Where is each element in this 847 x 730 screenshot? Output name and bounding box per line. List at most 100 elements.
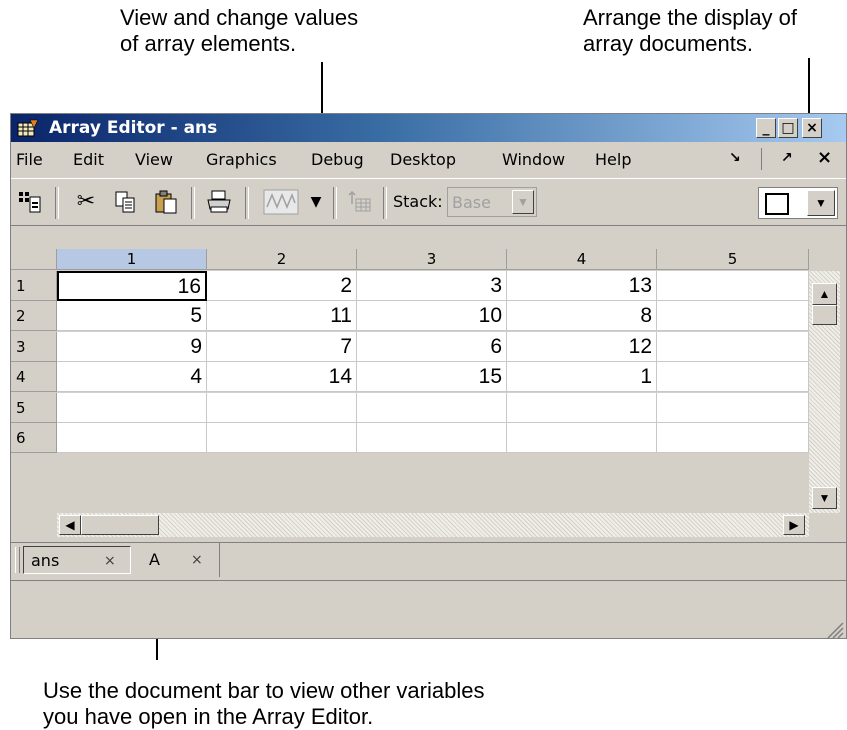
grid-cell[interactable] (57, 393, 207, 423)
toolbar: ✂ ▼ Stack: Base ▼ ▼ (11, 178, 846, 226)
grid-cell[interactable] (207, 423, 357, 453)
close-editor-icon[interactable]: × (817, 147, 832, 168)
scroll-hthumb[interactable] (81, 515, 159, 535)
stack-dropdown-icon[interactable]: ▼ (512, 190, 534, 214)
stack-label: Stack: (393, 192, 443, 211)
grid-cell[interactable]: 9 (57, 332, 207, 362)
grid-cell[interactable]: 11 (207, 301, 357, 331)
column-header[interactable]: 1 (57, 249, 207, 270)
menu-edit[interactable]: Edit (73, 150, 104, 169)
grid-cell[interactable] (657, 271, 809, 301)
docbar-grip (15, 547, 20, 573)
document-layout-select[interactable]: ▼ (758, 187, 838, 219)
grid-cell[interactable] (207, 393, 357, 423)
grid-cell[interactable] (657, 393, 809, 423)
menu-view[interactable]: View (135, 150, 173, 169)
plot-selector-icon[interactable] (263, 189, 299, 215)
toolbar-separator (191, 187, 195, 219)
doc-tab-label: ans (31, 551, 60, 570)
menu-help[interactable]: Help (595, 150, 631, 169)
toolbar-separator (55, 187, 59, 219)
menu-debug[interactable]: Debug (311, 150, 364, 169)
scroll-up-icon[interactable]: ▲ (812, 283, 837, 305)
doc-tab-label: A (149, 550, 160, 569)
maximize-button[interactable]: □ (778, 118, 798, 138)
doc-tab-ans[interactable]: ans × (23, 546, 131, 574)
menu-desktop[interactable]: Desktop (390, 150, 456, 169)
grid-cell[interactable]: 2 (207, 271, 357, 301)
annotation-top-left: View and change values of array elements… (120, 5, 358, 57)
grid-cell[interactable] (357, 423, 507, 453)
row-header[interactable]: 5 (11, 393, 57, 423)
grid-cell[interactable]: 12 (507, 332, 657, 362)
import-data-icon[interactable] (17, 189, 43, 215)
doc-tab-A[interactable]: A × (131, 546, 219, 574)
row-header[interactable]: 6 (11, 423, 57, 453)
column-header[interactable]: 3 (357, 249, 507, 270)
grid-cell[interactable] (507, 393, 657, 423)
grid-cell-selected[interactable]: 16 (57, 271, 207, 301)
scroll-left-icon[interactable]: ◀ (59, 515, 81, 535)
close-tab-icon[interactable]: × (104, 547, 116, 575)
close-tab-icon[interactable]: × (191, 546, 203, 574)
grid-cell[interactable] (657, 332, 809, 362)
menu-graphics[interactable]: Graphics (206, 150, 277, 169)
undock-icon[interactable]: ↘ (729, 150, 741, 166)
column-header[interactable]: 5 (657, 249, 809, 270)
stack-select-value: Base (452, 193, 491, 212)
row-header[interactable]: 2 (11, 301, 57, 331)
column-header[interactable]: 4 (507, 249, 657, 270)
toolbar-separator (383, 187, 387, 219)
single-document-icon (765, 193, 789, 215)
grid-cell[interactable] (657, 301, 809, 331)
copy-icon[interactable] (113, 189, 139, 215)
document-bar: ans × A × (11, 542, 846, 577)
annotation-bottom: Use the document bar to view other varia… (43, 678, 484, 730)
layout-dropdown-icon[interactable]: ▼ (807, 190, 835, 216)
vertical-scrollbar[interactable]: ▲ ▼ (809, 271, 840, 513)
grid-cell[interactable]: 14 (207, 362, 357, 392)
row-header[interactable]: 3 (11, 332, 57, 362)
scroll-thumb[interactable] (812, 305, 837, 325)
grid-cell[interactable]: 6 (357, 332, 507, 362)
grid-cell[interactable]: 7 (207, 332, 357, 362)
scroll-down-icon[interactable]: ▼ (812, 487, 837, 509)
toolbar-separator (245, 187, 249, 219)
minimize-button[interactable]: _ (756, 118, 776, 138)
title-bar[interactable]: Array Editor - ans _ □ × (11, 114, 846, 142)
grid-cell[interactable] (57, 423, 207, 453)
grid-cell[interactable] (357, 393, 507, 423)
plot-dropdown-icon[interactable]: ▼ (303, 189, 329, 215)
paste-icon[interactable] (153, 189, 179, 215)
menu-window[interactable]: Window (502, 150, 565, 169)
row-header[interactable]: 4 (11, 362, 57, 392)
cut-icon[interactable]: ✂ (73, 189, 99, 215)
resize-grip-icon[interactable] (824, 619, 844, 639)
stack-up-icon[interactable] (347, 189, 373, 215)
grid-cell[interactable]: 1 (507, 362, 657, 392)
menu-separator (761, 148, 762, 170)
scroll-right-icon[interactable]: ▶ (783, 515, 805, 535)
corner-header (11, 249, 57, 270)
grid-cell[interactable] (657, 423, 809, 453)
grid-cell[interactable]: 5 (57, 301, 207, 331)
grid-cell[interactable]: 15 (357, 362, 507, 392)
horizontal-scrollbar[interactable]: ◀ ▶ (57, 513, 809, 537)
grid-cell[interactable]: 10 (357, 301, 507, 331)
grid-cell[interactable]: 13 (507, 271, 657, 301)
grid-cell[interactable]: 4 (57, 362, 207, 392)
grid-cell[interactable] (507, 423, 657, 453)
row-header[interactable]: 1 (11, 271, 57, 301)
close-button[interactable]: × (802, 118, 822, 138)
print-icon[interactable] (206, 189, 232, 215)
grid-cell[interactable] (657, 362, 809, 392)
toolbar-separator (333, 187, 337, 219)
window-title: Array Editor - ans (49, 118, 218, 138)
grid-cell[interactable]: 8 (507, 301, 657, 331)
dock-icon[interactable]: ↗ (781, 150, 793, 166)
grid-cell[interactable]: 3 (357, 271, 507, 301)
menu-file[interactable]: File (16, 150, 43, 169)
column-header[interactable]: 2 (207, 249, 357, 270)
status-bar (11, 580, 846, 639)
stack-select[interactable]: Base ▼ (447, 187, 537, 217)
